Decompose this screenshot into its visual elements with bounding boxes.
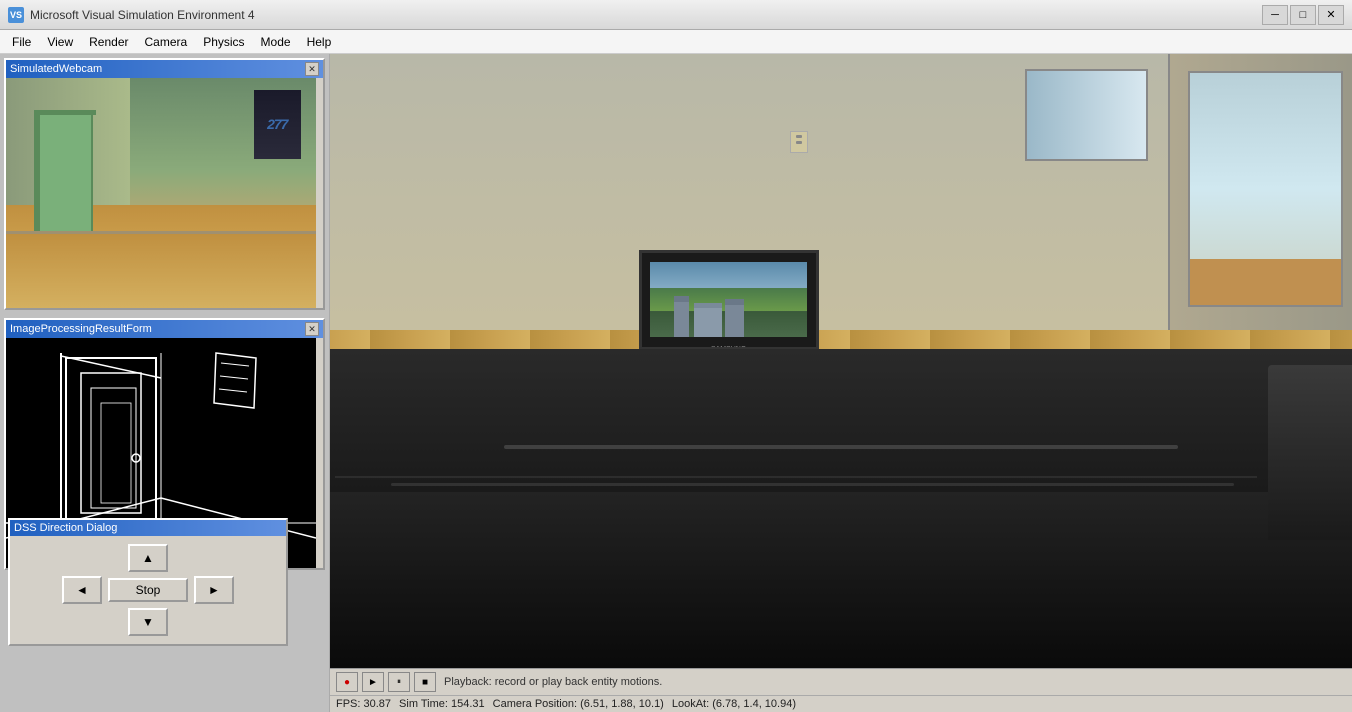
minimize-button[interactable]: ─ <box>1262 5 1288 25</box>
window-title: Microsoft Visual Simulation Environment … <box>30 8 255 22</box>
camera-pos-label: Camera Position: (6.51, 1.88, 10.1) <box>493 698 664 710</box>
playback-status-text: Playback: record or play back entity mot… <box>444 676 662 688</box>
wc-door-frame-top <box>34 110 96 115</box>
dss-title-label: DSS Direction Dialog <box>14 522 117 534</box>
restore-button[interactable]: □ <box>1290 5 1316 25</box>
playback-play-button[interactable]: ► <box>362 672 384 692</box>
imgproc-close-button[interactable]: ✕ <box>305 322 319 336</box>
webcam-title-label: SimulatedWebcam <box>10 63 102 75</box>
dss-stop-button[interactable]: Stop <box>108 578 188 602</box>
sim-tower-1 <box>674 296 690 337</box>
dss-title-bar: DSS Direction Dialog <box>10 520 286 536</box>
dss-left-button[interactable]: ◄ <box>62 576 102 604</box>
sim-window-right <box>1025 69 1148 161</box>
dss-controls: ▲ ◄ Stop ► ▼ <box>10 536 286 644</box>
menu-physics[interactable]: Physics <box>195 33 252 51</box>
sim-right-glass <box>1188 71 1343 307</box>
webcam-window: SimulatedWebcam ✕ 277 <box>4 58 325 310</box>
dss-up-button[interactable]: ▲ <box>128 544 168 572</box>
sim-tv: SAMSUNG <box>639 250 819 350</box>
close-button[interactable]: ✕ <box>1318 5 1344 25</box>
title-bar: VS Microsoft Visual Simulation Environme… <box>0 0 1352 30</box>
dss-direction-dialog: DSS Direction Dialog ▲ ◄ Stop ► ▼ <box>8 518 288 646</box>
sim-sofa-highlight2 <box>391 483 1234 486</box>
menu-render[interactable]: Render <box>81 33 136 51</box>
bottom-bar: ● ► ⏸ ■ Playback: record or play back en… <box>330 668 1352 712</box>
dss-right-button[interactable]: ► <box>194 576 234 604</box>
imgproc-title-label: ImageProcessingResultForm <box>10 323 152 335</box>
menu-bar: File View Render Camera Physics Mode Hel… <box>0 30 1352 54</box>
sim-sofa <box>330 349 1352 668</box>
wc-floor-close <box>6 234 316 308</box>
sim-canvas[interactable]: SAMSUNG <box>330 54 1352 668</box>
playback-stop-button[interactable]: ■ <box>414 672 436 692</box>
wc-door <box>37 113 93 240</box>
wc-banner: 277 <box>254 90 301 159</box>
dss-up-row: ▲ <box>128 544 168 572</box>
lookat-label: LookAt: (6.78, 1.4, 10.94) <box>672 698 796 710</box>
dss-down-button[interactable]: ▼ <box>128 608 168 636</box>
left-panel: SimulatedWebcam ✕ 277 <box>0 54 330 712</box>
title-bar-left: VS Microsoft Visual Simulation Environme… <box>8 7 255 23</box>
imgproc-title-bar: ImageProcessingResultForm ✕ <box>6 320 323 338</box>
playback-pause-button[interactable]: ⏸ <box>388 672 410 692</box>
sim-wall-outlet <box>790 131 808 153</box>
sim-sofa-cushion-line <box>335 476 1257 478</box>
main-layout: SimulatedWebcam ✕ 277 <box>0 54 1352 712</box>
title-bar-controls: ─ □ ✕ <box>1262 5 1344 25</box>
sim-room-scene: SAMSUNG <box>330 54 1352 668</box>
dss-middle-row: ◄ Stop ► <box>62 576 234 604</box>
sim-tower-3 <box>725 299 744 337</box>
menu-camera[interactable]: Camera <box>137 33 196 51</box>
webcam-title-bar: SimulatedWebcam ✕ <box>6 60 323 78</box>
menu-help[interactable]: Help <box>299 33 340 51</box>
menu-mode[interactable]: Mode <box>253 33 299 51</box>
sim-time-label: Sim Time: 154.31 <box>399 698 485 710</box>
sim-sofa-back <box>330 349 1352 493</box>
sim-sofa-armrest-right <box>1268 365 1352 541</box>
simulation-viewport: SAMSUNG <box>330 54 1352 712</box>
wc-door-frame-left <box>34 110 40 241</box>
sim-right-floor-vis <box>1190 259 1341 305</box>
fps-label: FPS: 30.87 <box>336 698 391 710</box>
status-info-bar: FPS: 30.87 Sim Time: 154.31 Camera Posit… <box>330 696 1352 712</box>
webcam-room-scene: 277 <box>6 78 316 308</box>
playback-bar: ● ► ⏸ ■ Playback: record or play back en… <box>330 669 1352 696</box>
playback-record-button[interactable]: ● <box>336 672 358 692</box>
dss-down-row: ▼ <box>128 608 168 636</box>
webcam-viewport: 277 <box>6 78 316 308</box>
sim-tower-main <box>694 303 722 337</box>
app-icon: VS <box>8 7 24 23</box>
sim-tv-screen <box>650 262 806 337</box>
webcam-close-button[interactable]: ✕ <box>305 62 319 76</box>
sim-sofa-highlight <box>504 445 1179 449</box>
menu-file[interactable]: File <box>4 33 39 51</box>
menu-view[interactable]: View <box>39 33 81 51</box>
